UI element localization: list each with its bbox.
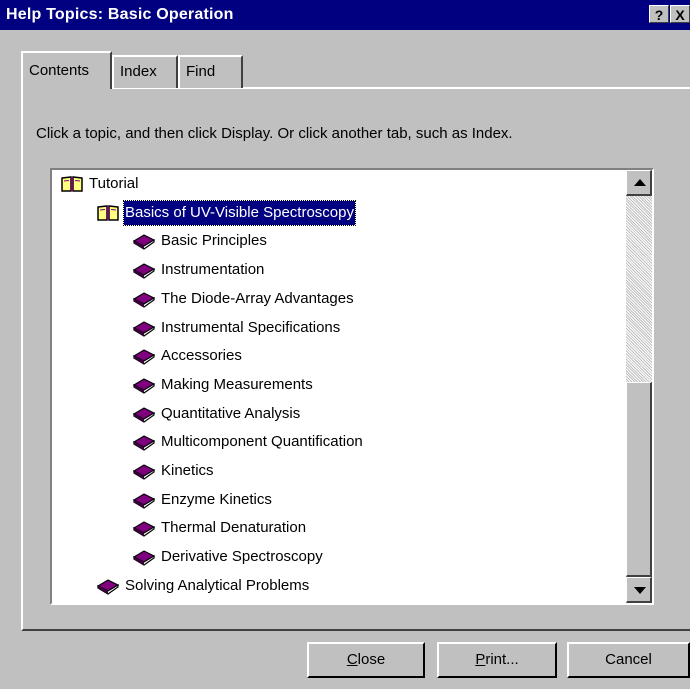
closed-book-icon <box>132 319 156 337</box>
closed-book-icon <box>132 347 156 365</box>
tab-find[interactable]: Find <box>178 55 243 88</box>
tree-list: Tutorial Basics of UV-Visible Spectroscop… <box>52 170 632 603</box>
tree-item-label: Making Measurements <box>161 375 313 393</box>
scroll-down-button[interactable] <box>626 577 652 603</box>
tab-contents[interactable]: Contents <box>21 51 112 89</box>
closed-book-icon <box>132 290 156 308</box>
cancel-button[interactable]: Cancel <box>567 642 690 678</box>
tree-item-label: Basics of UV-Visible Spectroscopy <box>123 199 356 226</box>
tree-item-label: Solving Analytical Problems <box>125 576 310 594</box>
tree-item-label: Enzyme Kinetics <box>161 490 272 508</box>
topics-tree[interactable]: Tutorial Basics of UV-Visible Spectroscop… <box>50 168 654 605</box>
closed-book-icon <box>132 548 156 566</box>
help-button[interactable]: ? <box>649 5 669 23</box>
tree-item-label: Thermal Denaturation <box>161 519 307 537</box>
scroll-thumb[interactable] <box>626 382 652 577</box>
closed-book-icon <box>96 577 120 595</box>
tree-item-label: Tutorial <box>89 175 139 192</box>
window-title: Help Topics: Basic Operation <box>6 6 234 23</box>
print-button[interactable]: Print... <box>437 642 557 678</box>
tree-item-label: Quantitative Analysis <box>161 404 301 422</box>
close-window-button[interactable]: X <box>670 5 690 23</box>
closed-book-icon <box>132 462 156 480</box>
closed-book-icon <box>132 261 156 279</box>
tree-item-label: Kinetics <box>161 462 214 479</box>
open-book-icon <box>96 204 120 222</box>
instruction-text: Click a topic, and then click Display. O… <box>36 125 513 142</box>
arrow-down-icon <box>634 587 646 594</box>
tree-item-label: Basic Principles <box>161 232 267 250</box>
tab-index[interactable]: Index <box>112 55 178 88</box>
closed-book-icon <box>132 433 156 452</box>
title-bar: Help Topics: Basic Operation ? X <box>0 0 690 30</box>
arrow-up-icon <box>634 179 646 186</box>
scroll-up-button[interactable] <box>626 170 652 196</box>
open-book-icon <box>60 175 84 193</box>
tree-item-label: Instrumental Specifications <box>161 318 341 336</box>
close-button[interactable]: Close <box>307 642 425 678</box>
closed-book-icon <box>132 232 156 251</box>
tree-item-label: Accessories <box>161 347 242 365</box>
tree-item-label: The Diode-Array Advantages <box>161 289 354 307</box>
tree-item-label: Derivative Spectroscopy <box>161 548 323 566</box>
closed-book-icon <box>132 491 156 509</box>
closed-book-icon <box>132 405 156 423</box>
closed-book-icon <box>132 519 156 538</box>
vertical-scrollbar[interactable] <box>626 170 652 603</box>
tree-item-label: Instrumentation <box>161 261 265 279</box>
tree-item-label: Multicomponent Quantification <box>161 433 363 451</box>
closed-book-icon <box>132 376 156 394</box>
